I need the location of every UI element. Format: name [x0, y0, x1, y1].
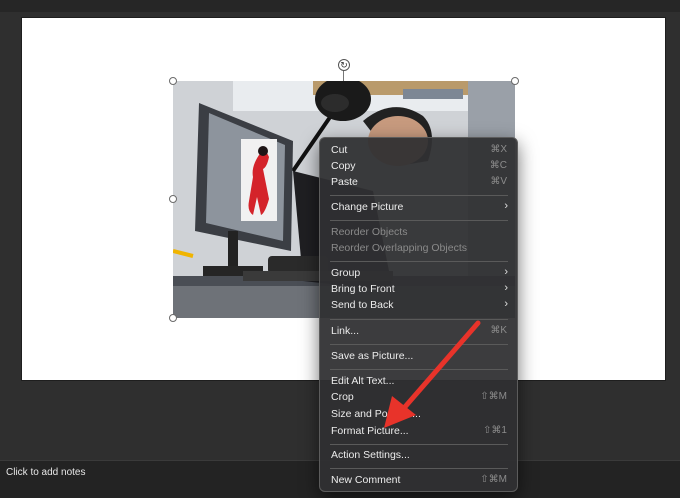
menu-separator: [330, 195, 508, 196]
chevron-right-icon: ›: [504, 282, 508, 294]
menu-item-group[interactable]: Group ›: [320, 266, 517, 282]
menu-item-link[interactable]: Link... ⌘K: [320, 324, 517, 340]
menu-separator: [330, 220, 508, 221]
menu-item-cut[interactable]: Cut ⌘X: [320, 143, 517, 159]
chevron-right-icon: ›: [504, 200, 508, 212]
menu-item-copy[interactable]: Copy ⌘C: [320, 159, 517, 175]
shortcut-copy: ⌘C: [489, 160, 507, 171]
resize-handle-middle-left[interactable]: [169, 195, 177, 203]
resize-handle-top-left[interactable]: [169, 77, 177, 85]
shortcut-paste: ⌘V: [490, 176, 507, 187]
toolbar-edge: [0, 0, 680, 12]
notes-placeholder[interactable]: Click to add notes: [6, 467, 86, 478]
rotate-stem: [343, 70, 344, 81]
shortcut-cut: ⌘X: [490, 144, 507, 155]
rotate-handle-icon[interactable]: ↻: [338, 59, 350, 71]
menu-separator: [330, 319, 508, 320]
shortcut-new-comment: ⇧⌘M: [480, 474, 507, 485]
menu-item-size-and-position[interactable]: Size and Position...: [320, 407, 517, 423]
shortcut-link: ⌘K: [490, 325, 507, 336]
chevron-right-icon: ›: [504, 266, 508, 278]
shortcut-crop: ⇧⌘M: [480, 391, 507, 402]
menu-separator: [330, 369, 508, 370]
menu-item-reorder-overlapping: Reorder Overlapping Objects: [331, 242, 467, 254]
chevron-right-icon: ›: [504, 298, 508, 310]
context-menu: Cut ⌘X Copy ⌘C Paste ⌘V Change Picture ›…: [319, 137, 518, 492]
menu-item-change-picture[interactable]: Change Picture ›: [320, 200, 517, 216]
menu-item-format-picture[interactable]: Format Picture... ⇧⌘1: [320, 424, 517, 440]
menu-item-send-to-back[interactable]: Send to Back ›: [320, 298, 517, 314]
menu-separator: [330, 344, 508, 345]
menu-separator: [330, 444, 508, 445]
menu-item-crop[interactable]: Crop ⇧⌘M: [320, 390, 517, 406]
shortcut-format-picture: ⇧⌘1: [483, 425, 507, 436]
menu-item-paste[interactable]: Paste ⌘V: [320, 175, 517, 191]
menu-item-save-as-picture[interactable]: Save as Picture...: [320, 349, 517, 365]
resize-handle-top-right[interactable]: [511, 77, 519, 85]
menu-item-edit-alt-text[interactable]: Edit Alt Text...: [320, 374, 517, 390]
menu-separator: [330, 261, 508, 262]
menu-item-new-comment[interactable]: New Comment ⇧⌘M: [320, 473, 517, 489]
menu-item-bring-to-front[interactable]: Bring to Front ›: [320, 282, 517, 298]
menu-item-reorder-objects: Reorder Objects: [331, 226, 408, 238]
resize-handle-bottom-left[interactable]: [169, 314, 177, 322]
menu-item-action-settings[interactable]: Action Settings...: [320, 448, 517, 464]
menu-separator: [330, 468, 508, 469]
